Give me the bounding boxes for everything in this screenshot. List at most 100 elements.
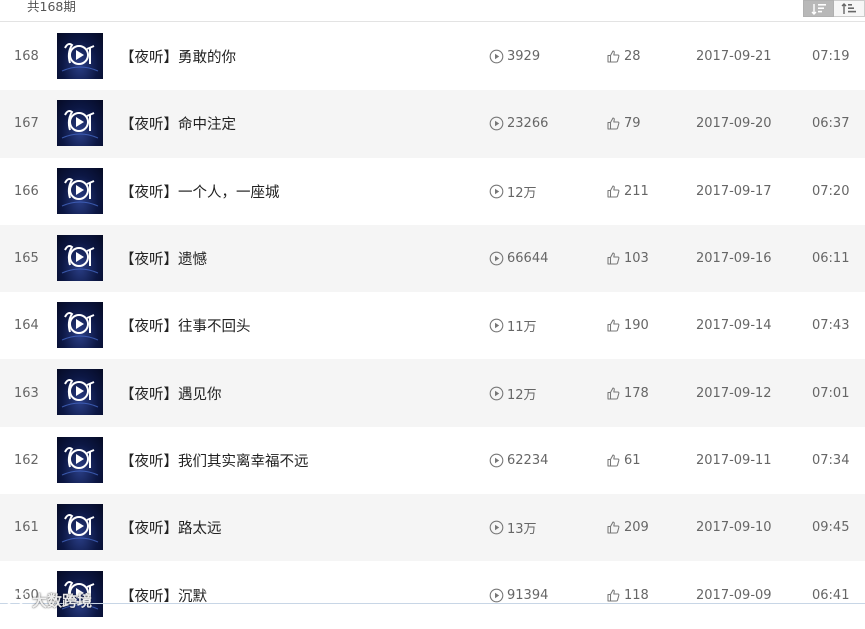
play-count-value: 66644: [507, 251, 549, 267]
like-count[interactable]: 178: [606, 359, 649, 426]
play-circle-icon: [489, 251, 504, 266]
episode-cover-image[interactable]: [57, 302, 103, 349]
like-count-value: 79: [624, 116, 641, 132]
play-count-value: 11万: [507, 320, 537, 336]
episode-duration: 07:20: [812, 183, 850, 199]
episode-row[interactable]: 160 【夜听】沉默 91394 118 2017-09-09 06:41: [0, 561, 865, 629]
episode-number: 161: [14, 520, 39, 536]
publish-date: 2017-09-20: [696, 116, 772, 132]
episode-row[interactable]: 162 【夜听】我们其实离幸福不远 62234 61 2017-09-11 07…: [0, 426, 865, 495]
thumbs-up-icon: [607, 319, 620, 332]
play-count-value: 62234: [507, 452, 549, 468]
thumbs-up-icon: [607, 117, 620, 130]
play-circle-icon: [489, 49, 504, 64]
list-header: 共168期: [0, 0, 865, 22]
episode-title-link[interactable]: 【夜听】一个人，一座城: [120, 158, 280, 225]
like-count[interactable]: 118: [606, 561, 649, 628]
publish-date: 2017-09-10: [696, 520, 772, 536]
play-count-value: 3929: [507, 49, 541, 65]
episode-cover-image[interactable]: [57, 33, 103, 79]
sort-descending-button[interactable]: [834, 0, 865, 17]
episode-title-link[interactable]: 【夜听】遗憾: [120, 225, 207, 292]
play-count-value: 12万: [507, 387, 537, 403]
like-count[interactable]: 190: [606, 292, 649, 359]
episode-cover-image[interactable]: [57, 436, 103, 483]
play-count: 23266: [489, 90, 548, 157]
play-count: 66644: [489, 225, 548, 292]
play-circle-icon: [489, 117, 504, 131]
thumbs-up-icon: [607, 252, 620, 265]
like-count[interactable]: 28: [606, 23, 641, 90]
play-count: 11万: [489, 292, 537, 359]
like-count-value: 103: [624, 251, 649, 267]
episode-duration: 06:41: [812, 587, 850, 603]
episode-duration: 07:01: [812, 385, 850, 401]
like-count[interactable]: 79: [606, 90, 641, 157]
publish-date: 2017-09-12: [696, 385, 772, 401]
episode-row[interactable]: 167 【夜听】命中注定 23266 79 2017-09-20 06:37: [0, 90, 865, 158]
episode-duration: 07:19: [812, 49, 850, 65]
play-count: 13万: [489, 494, 537, 561]
publish-date: 2017-09-11: [696, 452, 772, 468]
play-count-value: 91394: [507, 587, 549, 603]
like-count-value: 118: [624, 587, 649, 603]
play-count: 62234: [489, 427, 548, 494]
episode-title-link[interactable]: 【夜听】我们其实离幸福不远: [120, 427, 309, 494]
episode-number: 167: [14, 116, 39, 132]
episode-list: 168 【夜听】勇敢的你 3929 28 2017-09-21 07:19 16…: [0, 23, 865, 629]
like-count-value: 178: [624, 385, 649, 401]
play-count: 12万: [489, 359, 537, 426]
divider: [0, 603, 865, 604]
episode-row[interactable]: 161 【夜听】路太远 13万 209 2017-09-10 09:45: [0, 494, 865, 562]
watermark-text: 大数跨境: [32, 591, 93, 610]
sort-ascending-button[interactable]: [803, 0, 834, 17]
episode-title-link[interactable]: 【夜听】沉默: [120, 561, 207, 628]
publish-date: 2017-09-21: [696, 49, 772, 65]
episode-cover-image[interactable]: [57, 167, 103, 214]
play-count: 12万: [489, 158, 537, 225]
sort-descending-icon: [841, 2, 856, 14]
like-count-value: 28: [624, 49, 641, 65]
episode-row[interactable]: 164 【夜听】往事不回头 11万 190 2017-09-14 07:43: [0, 292, 865, 360]
episode-row[interactable]: 163 【夜听】遇见你 12万 178 2017-09-12 07:01: [0, 359, 865, 427]
episode-duration: 06:37: [812, 116, 850, 132]
publish-date: 2017-09-09: [696, 587, 772, 603]
episode-row[interactable]: 168 【夜听】勇敢的你 3929 28 2017-09-21 07:19: [0, 23, 865, 91]
sort-ascending-icon: [811, 3, 826, 15]
episode-number: 164: [14, 318, 39, 334]
episode-number: 165: [14, 251, 39, 267]
episode-duration: 07:43: [812, 318, 850, 334]
episode-cover-image[interactable]: [57, 369, 103, 416]
episode-row[interactable]: 166 【夜听】一个人，一座城 12万 211 2017-09-17 07:20: [0, 157, 865, 225]
episode-number: 163: [14, 385, 39, 401]
like-count[interactable]: 211: [606, 158, 649, 225]
like-count-value: 209: [624, 520, 649, 536]
like-count[interactable]: 103: [606, 225, 649, 292]
like-count[interactable]: 209: [606, 494, 649, 561]
episode-title-link[interactable]: 【夜听】路太远: [120, 494, 222, 561]
watermark-logo-icon: [6, 591, 27, 609]
episode-cover-image[interactable]: [57, 100, 103, 147]
episode-title-link[interactable]: 【夜听】勇敢的你: [120, 23, 236, 90]
play-circle-icon: [489, 386, 504, 400]
play-count: 3929: [489, 23, 540, 90]
like-count[interactable]: 61: [606, 427, 641, 494]
play-circle-icon: [489, 318, 504, 333]
episode-title-link[interactable]: 【夜听】命中注定: [120, 90, 236, 157]
thumbs-up-icon: [607, 588, 620, 602]
thumbs-up-icon: [607, 454, 620, 467]
publish-date: 2017-09-16: [696, 251, 772, 267]
sort-toggle: [803, 0, 865, 17]
play-count-value: 13万: [507, 522, 537, 538]
play-circle-icon: [489, 520, 504, 535]
episode-cover-image[interactable]: [57, 504, 103, 551]
episode-title-link[interactable]: 【夜听】遇见你: [120, 359, 222, 426]
episode-number: 166: [14, 183, 39, 199]
like-count-value: 61: [624, 452, 641, 468]
episode-row[interactable]: 165 【夜听】遗憾 66644 103 2017-09-16 06:11: [0, 224, 865, 293]
episode-cover-image[interactable]: [57, 234, 103, 281]
play-count-value: 12万: [507, 185, 537, 201]
episode-title-link[interactable]: 【夜听】往事不回头: [120, 292, 251, 359]
thumbs-up-icon: [607, 521, 620, 534]
publish-date: 2017-09-14: [696, 318, 772, 334]
